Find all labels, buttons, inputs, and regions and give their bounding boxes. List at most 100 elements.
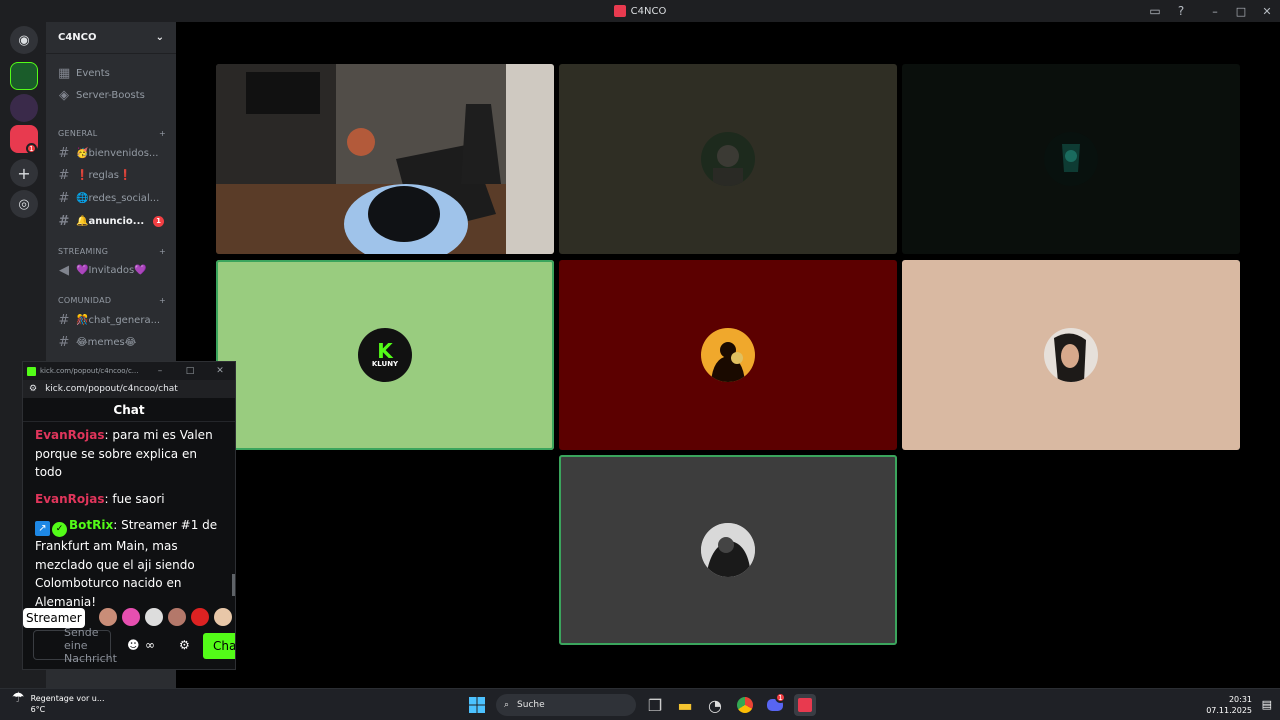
discord-taskbar-icon[interactable]: 1 (764, 692, 786, 716)
category-label: GENERAL (58, 128, 98, 138)
close-button[interactable]: ✕ (1254, 0, 1280, 22)
video-tile[interactable] (559, 64, 897, 254)
emote-icon[interactable] (122, 608, 140, 626)
kluny-avatar: K KLUNY (358, 328, 412, 382)
chat-username[interactable]: BotRix (69, 518, 113, 532)
kick-logo-icon (27, 366, 36, 376)
video-tile-speaking[interactable]: K KLUNY (216, 260, 554, 450)
chrome-icon[interactable] (734, 694, 756, 716)
hash-icon: # (58, 213, 70, 229)
user-avatar (1044, 132, 1098, 186)
app-icon[interactable]: ◔ (704, 694, 726, 716)
taskbar: ☂ Regentage vor u... 6°C ⌕ Suche ❐ ▬ ◔ 1… (0, 688, 1280, 720)
hash-icon: # (58, 145, 70, 161)
stage-icon: ◀ (59, 262, 69, 278)
category-streaming[interactable]: STREAMING + (58, 244, 166, 258)
channel-item[interactable]: # 🥳bienvenidos... (50, 143, 170, 163)
minimize-button[interactable]: – (1202, 0, 1228, 22)
add-server-icon[interactable]: + (10, 159, 38, 187)
popout-close-button[interactable]: ✕ (205, 366, 235, 376)
weather-widget[interactable]: ☂ Regentage vor u... 6°C (12, 690, 105, 715)
chat-username[interactable]: EvanRojas (35, 428, 105, 442)
weather-temp: 6°C (30, 705, 46, 714)
video-tile[interactable] (902, 260, 1240, 450)
maximize-button[interactable]: □ (1228, 0, 1254, 22)
discord-home-icon[interactable]: ◉ (10, 26, 38, 54)
chat-message: EvanRojas: fue saori (35, 491, 165, 506)
category-general[interactable]: GENERAL + (58, 126, 166, 140)
search-placeholder: Suche (517, 700, 545, 710)
discover-icon[interactable]: ◎ (10, 190, 38, 218)
channel-label: 🔔anuncio... (76, 215, 145, 227)
category-comunidad[interactable]: COMUNIDAD + (58, 293, 166, 307)
chat-title: Chat (23, 398, 235, 422)
server-kluny-icon[interactable] (10, 62, 38, 90)
popout-title: kick.com/popout/c4ncoo/c... (40, 367, 139, 375)
channel-label: 🥳bienvenidos... (76, 147, 159, 159)
server-boosts-item[interactable]: ◈ Server-Boosts (50, 85, 170, 105)
video-tile[interactable] (559, 260, 897, 450)
popout-titlebar: kick.com/popout/c4ncoo/c... – □ ✕ (23, 362, 235, 380)
file-explorer-icon[interactable]: ▬ (674, 694, 696, 716)
task-view-icon[interactable]: ❐ (644, 694, 666, 716)
webcam-feed (216, 64, 554, 254)
search-icon: ⌕ (504, 700, 510, 710)
emote-icon[interactable] (168, 608, 186, 626)
server-boosts-label: Server-Boosts (76, 89, 145, 101)
help-icon[interactable]: ? (1168, 0, 1194, 22)
channel-label: 🎊chat_genera... (76, 314, 161, 326)
settings-icon[interactable]: ⚙ (179, 638, 190, 652)
active-app-icon[interactable] (794, 694, 816, 716)
start-button[interactable] (466, 694, 488, 716)
emote-icon[interactable] (145, 608, 163, 626)
channel-item[interactable]: # 🔔anuncio... 1 (50, 211, 170, 231)
plus-icon[interactable]: + (159, 296, 166, 305)
bot-badge-icon: ↗ (35, 521, 50, 536)
boost-icon: ◈ (59, 87, 69, 103)
window-title-text: C4NCO (630, 5, 667, 17)
taskbar-search[interactable]: ⌕ Suche (496, 694, 636, 716)
chat-scrollbar[interactable] (232, 574, 235, 596)
plus-icon[interactable]: + (159, 129, 166, 138)
server-purple-icon[interactable] (10, 94, 38, 122)
site-settings-icon[interactable]: ⚙ (29, 384, 37, 394)
channel-item[interactable]: # 🎊chat_genera... (50, 310, 170, 330)
notification-icon[interactable]: ▤ (1262, 698, 1272, 711)
video-tile-camera[interactable] (216, 64, 554, 254)
emote-icon[interactable] (214, 608, 232, 626)
category-label: STREAMING (58, 246, 109, 256)
chat-username[interactable]: EvanRojas (35, 492, 105, 506)
weather-title: Regentage vor u... (30, 694, 105, 703)
channel-label: 🌐redes_social... (76, 192, 160, 204)
inbox-icon[interactable]: ▭ (1142, 0, 1168, 22)
window-title: C4NCO (0, 0, 1280, 22)
emoji-icon[interactable]: ☻ (127, 638, 140, 652)
server-icon (613, 5, 626, 17)
emote-icon[interactable] (191, 608, 209, 626)
events-item[interactable]: ▦ Events (50, 63, 170, 83)
address-bar[interactable]: ⚙ kick.com/popout/c4ncoo/chat (23, 380, 235, 398)
chat-popout-window: kick.com/popout/c4ncoo/c... – □ ✕ ⚙ kick… (22, 361, 236, 670)
chat-input[interactable]: Sende eine Nachricht (33, 626, 117, 665)
clock-date: 07.11.2025 (1206, 706, 1252, 715)
windows-logo-icon (469, 697, 485, 713)
events-label: Events (76, 67, 110, 79)
popout-minimize-button[interactable]: – (145, 366, 175, 376)
video-tile-speaking[interactable] (559, 455, 897, 645)
emote-icon[interactable] (99, 608, 117, 626)
rain-cloud-icon: ☂ (12, 690, 25, 706)
chat-send-button[interactable]: Chat (203, 633, 235, 659)
stage-channel-item[interactable]: ◀ 💜Invitados💜 (50, 260, 170, 280)
channel-item[interactable]: # 🌐redes_social... (50, 188, 170, 208)
channel-item[interactable]: # ❗reglas❗ (50, 165, 170, 185)
system-clock[interactable]: 20:31 07.11.2025 (1206, 694, 1252, 716)
video-tile[interactable] (902, 64, 1240, 254)
plus-icon[interactable]: + (159, 247, 166, 256)
server-c4nco-icon[interactable]: 1 (10, 125, 38, 154)
popout-maximize-button[interactable]: □ (175, 366, 205, 376)
server-header[interactable]: C4NCO ⌄ (46, 22, 176, 54)
user-avatar (701, 328, 755, 382)
kicks-icon[interactable]: ∞ (145, 638, 155, 652)
hash-icon: # (58, 334, 70, 350)
channel-item[interactable]: # 😂memes😂 (50, 332, 170, 352)
